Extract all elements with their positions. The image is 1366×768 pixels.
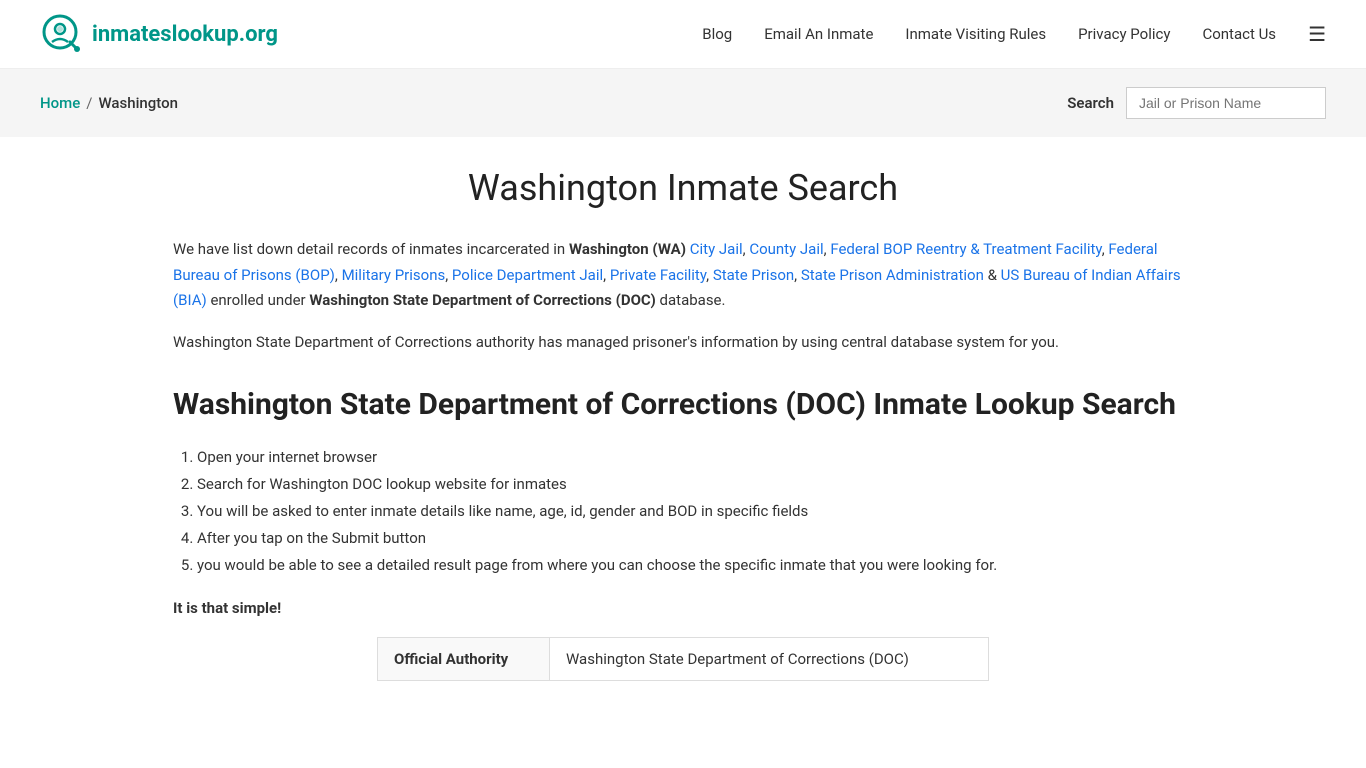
nav-visiting-rules[interactable]: Inmate Visiting Rules bbox=[905, 25, 1046, 43]
link-military-prisons[interactable]: Military Prisons bbox=[342, 266, 446, 284]
main-nav: Blog Email An Inmate Inmate Visiting Rul… bbox=[702, 22, 1326, 46]
hamburger-menu[interactable]: ☰ bbox=[1308, 22, 1326, 46]
breadcrumb-home[interactable]: Home bbox=[40, 94, 80, 112]
link-city-jail[interactable]: City Jail bbox=[690, 240, 743, 258]
link-federal-bop-reentry[interactable]: Federal BOP Reentry & Treatment Facility bbox=[830, 240, 1101, 258]
table-col1-value: Washington State Department of Correctio… bbox=[549, 638, 988, 681]
intro-suffix-post: database. bbox=[660, 291, 726, 309]
table-row: Official Authority Washington State Depa… bbox=[378, 638, 989, 681]
step-3: You will be asked to enter inmate detail… bbox=[197, 498, 1193, 525]
breadcrumb-separator: / bbox=[86, 94, 92, 112]
section-title: Washington State Department of Correctio… bbox=[173, 385, 1193, 424]
search-input[interactable] bbox=[1126, 87, 1326, 119]
intro-prefix: We have list down detail records of inma… bbox=[173, 240, 569, 258]
simple-text: It is that simple! bbox=[173, 599, 1193, 617]
table-col1-header: Official Authority bbox=[378, 638, 550, 681]
step-2: Search for Washington DOC lookup website… bbox=[197, 471, 1193, 498]
intro-suffix-pre: enrolled under bbox=[210, 291, 309, 309]
search-label: Search bbox=[1067, 94, 1114, 112]
step-5: you would be able to see a detailed resu… bbox=[197, 552, 1193, 579]
logo-icon bbox=[40, 12, 84, 56]
link-private-facility[interactable]: Private Facility bbox=[610, 266, 706, 284]
intro-suffix-bold: Washington State Department of Correctio… bbox=[309, 291, 655, 309]
intro-paragraph: We have list down detail records of inma… bbox=[173, 237, 1193, 314]
step-4: After you tap on the Submit button bbox=[197, 525, 1193, 552]
info-table: Official Authority Washington State Depa… bbox=[377, 637, 989, 681]
link-county-jail[interactable]: County Jail bbox=[749, 240, 823, 258]
nav-contact-us[interactable]: Contact Us bbox=[1202, 25, 1276, 43]
nav-email-inmate[interactable]: Email An Inmate bbox=[764, 25, 873, 43]
breadcrumb-bar: Home / Washington Search bbox=[0, 69, 1366, 137]
page-title: Washington Inmate Search bbox=[173, 167, 1193, 209]
link-police-jail[interactable]: Police Department Jail bbox=[452, 266, 603, 284]
link-state-prison-admin[interactable]: State Prison Administration bbox=[801, 266, 984, 284]
breadcrumb-current: Washington bbox=[98, 94, 177, 112]
search-area: Search bbox=[1067, 87, 1326, 119]
step-1: Open your internet browser bbox=[197, 444, 1193, 471]
authority-text: Washington State Department of Correctio… bbox=[173, 330, 1193, 356]
main-content: Washington Inmate Search We have list do… bbox=[133, 137, 1233, 711]
intro-state: Washington (WA) bbox=[569, 240, 686, 258]
nav-privacy-policy[interactable]: Privacy Policy bbox=[1078, 25, 1170, 43]
breadcrumb: Home / Washington bbox=[40, 94, 178, 112]
steps-list: Open your internet browser Search for Wa… bbox=[197, 444, 1193, 579]
logo-text: inmateslookup.org bbox=[92, 22, 278, 47]
site-header: inmateslookup.org Blog Email An Inmate I… bbox=[0, 0, 1366, 69]
nav-blog[interactable]: Blog bbox=[702, 25, 732, 43]
logo[interactable]: inmateslookup.org bbox=[40, 12, 278, 56]
link-state-prison[interactable]: State Prison bbox=[713, 266, 794, 284]
